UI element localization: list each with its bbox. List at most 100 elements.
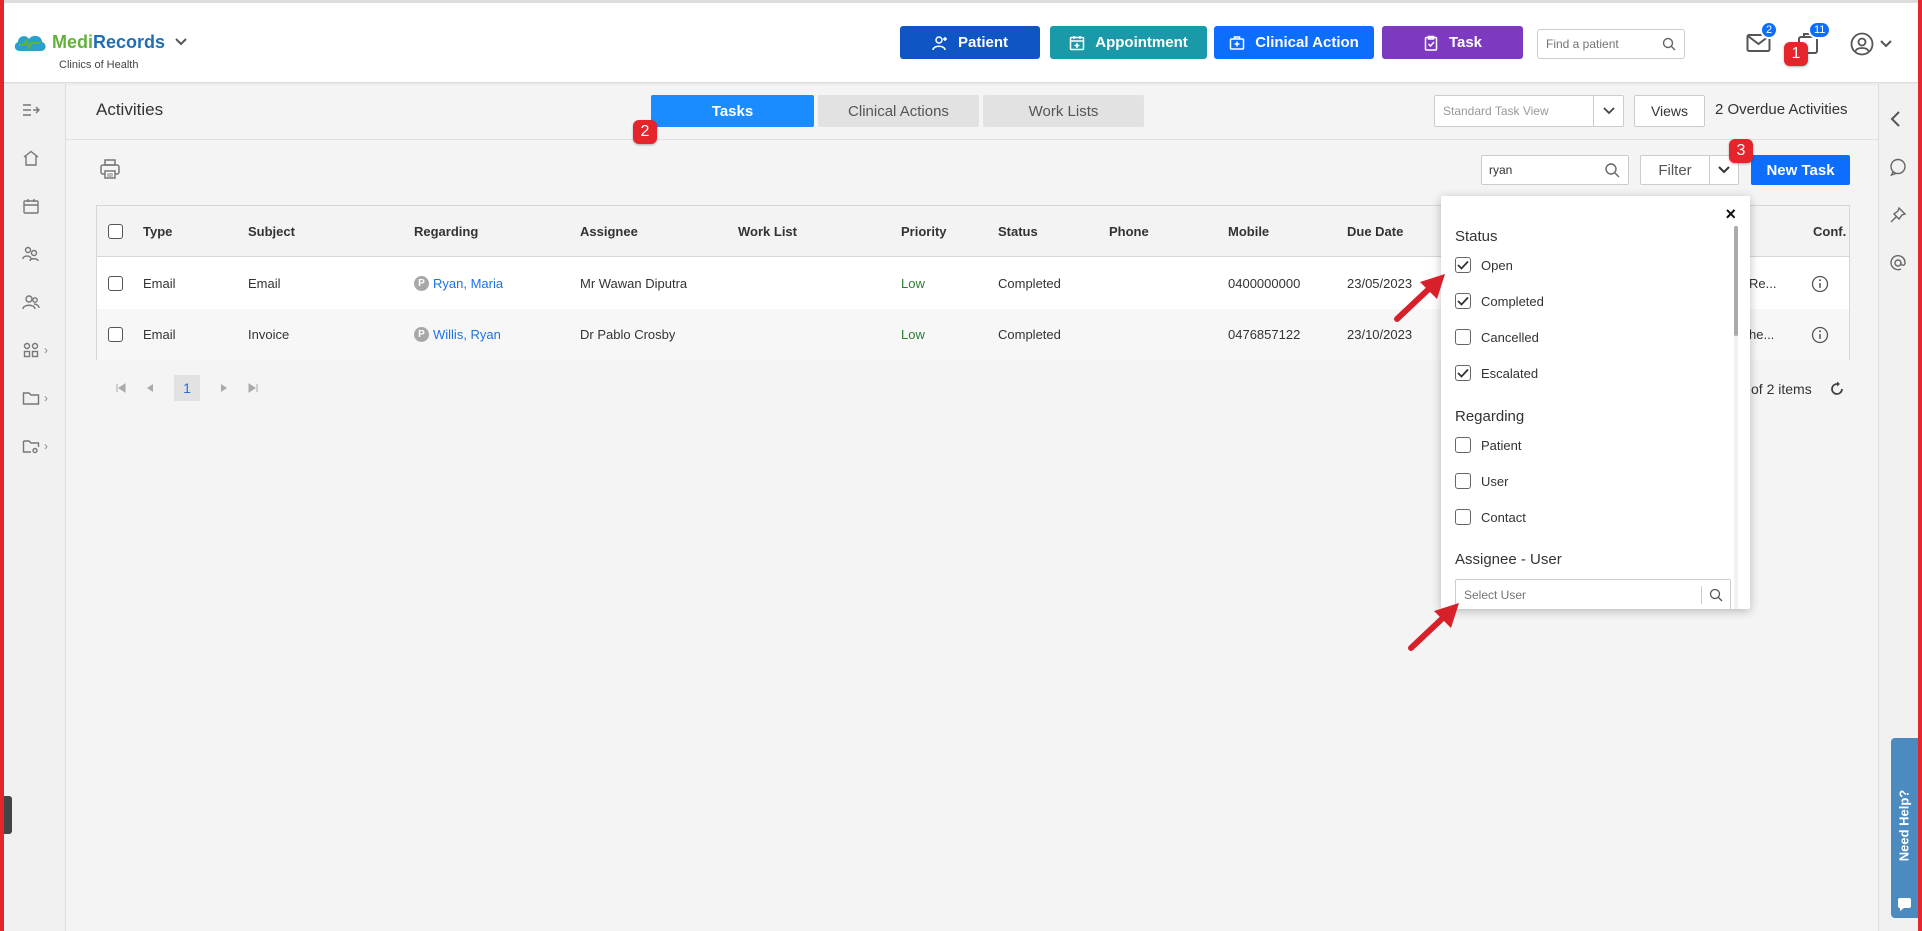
user-plus-icon bbox=[932, 35, 947, 50]
column-header[interactable]: Assignee bbox=[580, 206, 638, 257]
column-header[interactable]: Subject bbox=[248, 206, 295, 257]
select-all-checkbox[interactable] bbox=[108, 206, 123, 257]
column-header[interactable]: Conf. bbox=[1813, 206, 1846, 257]
chevron-right-icon: › bbox=[44, 439, 48, 453]
chevron-down-icon[interactable] bbox=[1593, 96, 1623, 126]
column-header[interactable]: Type bbox=[143, 206, 172, 257]
next-page-icon[interactable] bbox=[220, 383, 228, 393]
sidebar-item-patients[interactable] bbox=[22, 292, 58, 312]
overdue-activities-link[interactable]: 2 Overdue Activities bbox=[1715, 101, 1848, 118]
regarding-option-patient[interactable]: Patient bbox=[1455, 437, 1521, 453]
regarding-link[interactable]: Willis, Ryan bbox=[433, 327, 501, 342]
cell-status: Completed bbox=[998, 276, 1061, 291]
checkbox-checked[interactable] bbox=[1455, 293, 1471, 309]
cell-truncated: Re... bbox=[1749, 276, 1777, 291]
column-header[interactable]: Mobile bbox=[1228, 206, 1269, 257]
sidebar-item-home[interactable] bbox=[22, 148, 58, 168]
clipboard-check-icon bbox=[1424, 35, 1438, 51]
prev-page-icon[interactable] bbox=[146, 383, 154, 393]
status-option-open[interactable]: Open bbox=[1455, 257, 1513, 273]
need-help-button[interactable]: Need Help? bbox=[1891, 738, 1918, 918]
cell-assignee: Mr Wawan Diputra bbox=[580, 276, 688, 291]
page-number-current[interactable]: 1 bbox=[174, 375, 200, 401]
sidebar-item-clinical[interactable] bbox=[22, 244, 58, 264]
new-patient-button[interactable]: Patient bbox=[900, 26, 1040, 59]
first-page-icon[interactable] bbox=[116, 383, 126, 393]
sidebar-expand[interactable] bbox=[22, 100, 58, 120]
checkbox-checked[interactable] bbox=[1455, 257, 1471, 273]
checkbox-unchecked[interactable] bbox=[1455, 473, 1471, 489]
checkbox-unchecked[interactable] bbox=[1455, 509, 1471, 525]
status-option-escalated[interactable]: Escalated bbox=[1455, 365, 1538, 381]
new-appointment-button[interactable]: Appointment bbox=[1050, 26, 1207, 59]
info-icon[interactable] bbox=[1811, 258, 1829, 309]
tab-work-lists[interactable]: Work Lists bbox=[983, 95, 1144, 127]
regarding-link[interactable]: Ryan, Maria bbox=[433, 276, 503, 291]
tab-tasks[interactable]: Tasks bbox=[651, 95, 814, 127]
cell-truncated: he... bbox=[1749, 327, 1775, 342]
status-option-completed[interactable]: Completed bbox=[1455, 293, 1544, 309]
task-view-select[interactable]: Standard Task View bbox=[1434, 95, 1624, 127]
refresh-icon[interactable] bbox=[1829, 381, 1845, 397]
search-icon[interactable] bbox=[1604, 162, 1620, 178]
annotation-arrow-select-user bbox=[1408, 603, 1459, 651]
chat-icon[interactable] bbox=[1889, 158, 1907, 176]
home-icon bbox=[23, 150, 39, 166]
at-mention-icon[interactable] bbox=[1889, 254, 1907, 272]
views-button[interactable]: Views bbox=[1634, 95, 1705, 127]
checkbox-unchecked[interactable] bbox=[1455, 329, 1471, 345]
sidebar-item-modules[interactable]: › bbox=[22, 340, 58, 360]
last-page-icon[interactable] bbox=[248, 383, 258, 393]
row-checkbox[interactable] bbox=[108, 258, 123, 309]
checkbox-unchecked[interactable] bbox=[1455, 437, 1471, 453]
sidebar-item-folder-settings[interactable]: › bbox=[22, 436, 58, 456]
column-header[interactable]: Phone bbox=[1109, 206, 1149, 257]
user-menu[interactable] bbox=[1850, 32, 1892, 56]
screenshot-border-left bbox=[0, 0, 4, 931]
column-header[interactable]: Status bbox=[998, 206, 1038, 257]
search-icon[interactable] bbox=[1709, 588, 1723, 602]
find-patient-input[interactable] bbox=[1538, 30, 1656, 58]
cell-regarding[interactable]: P Ryan, Maria bbox=[414, 258, 503, 309]
print-icon[interactable] bbox=[99, 158, 121, 180]
sidebar-item-calendar[interactable] bbox=[22, 196, 58, 216]
select-user-input[interactable] bbox=[1456, 580, 1696, 609]
regarding-option-contact[interactable]: Contact bbox=[1455, 509, 1526, 525]
chevron-right-icon: › bbox=[44, 391, 48, 405]
row-checkbox[interactable] bbox=[108, 309, 123, 360]
select-user-field[interactable] bbox=[1455, 579, 1731, 609]
task-search[interactable] bbox=[1481, 155, 1629, 185]
search-icon[interactable] bbox=[1662, 37, 1676, 51]
cell-mobile: 0476857122 bbox=[1228, 327, 1301, 342]
column-header[interactable]: Priority bbox=[901, 206, 947, 257]
collapse-panel-icon[interactable] bbox=[1889, 110, 1903, 128]
new-task-button[interactable]: New Task bbox=[1751, 155, 1850, 185]
find-patient-search[interactable] bbox=[1537, 29, 1685, 59]
pin-icon[interactable] bbox=[1889, 206, 1907, 224]
filter-popup: × Status Open Completed Cancelled Escala… bbox=[1441, 196, 1750, 609]
status-option-cancelled[interactable]: Cancelled bbox=[1455, 329, 1539, 345]
tab-clinical-actions[interactable]: Clinical Actions bbox=[818, 95, 979, 127]
close-icon[interactable]: × bbox=[1725, 204, 1736, 225]
messages-button[interactable]: 2 bbox=[1746, 21, 1779, 53]
column-header[interactable]: Due Date bbox=[1347, 206, 1403, 257]
items-count: of 2 items bbox=[1751, 381, 1812, 397]
column-header[interactable]: Regarding bbox=[414, 206, 478, 257]
regarding-option-user[interactable]: User bbox=[1455, 473, 1508, 489]
brand-logo[interactable]: MediRecords bbox=[12, 31, 187, 53]
annotation-marker-1: 1 bbox=[1784, 42, 1808, 66]
task-search-input[interactable] bbox=[1482, 156, 1592, 184]
column-header[interactable]: Work List bbox=[738, 206, 797, 257]
user-avatar-icon bbox=[1850, 32, 1874, 56]
chevron-down-icon[interactable] bbox=[175, 38, 187, 46]
sidebar-item-folders[interactable]: › bbox=[22, 388, 58, 408]
filter-button[interactable]: Filter bbox=[1640, 155, 1710, 185]
new-clinical-action-button[interactable]: Clinical Action bbox=[1214, 26, 1374, 59]
popup-scrollbar[interactable] bbox=[1734, 226, 1738, 609]
cell-status: Completed bbox=[998, 327, 1061, 342]
checkbox-checked[interactable] bbox=[1455, 365, 1471, 381]
messages-count-badge: 2 bbox=[1760, 21, 1779, 39]
new-task-header-button[interactable]: Task bbox=[1382, 26, 1523, 59]
info-icon[interactable] bbox=[1811, 309, 1829, 360]
cell-regarding[interactable]: P Willis, Ryan bbox=[414, 309, 501, 360]
